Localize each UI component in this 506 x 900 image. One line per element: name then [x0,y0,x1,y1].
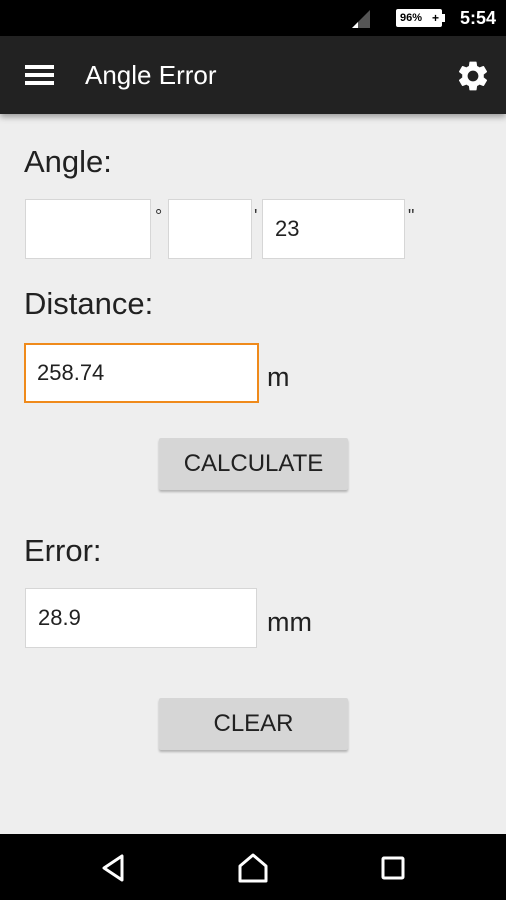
gear-icon[interactable] [455,58,491,94]
calculate-button[interactable]: CALCULATE [159,438,348,490]
battery-icon: 96% + [396,9,446,27]
distance-unit: m [267,362,290,392]
status-clock: 5:54 [459,8,496,28]
seconds-input[interactable] [262,199,405,259]
back-triangle-icon[interactable] [97,851,131,885]
status-bar: 96% + 5:54 [0,0,506,36]
charging-icon: + [432,11,440,25]
battery-percent: 96% [400,12,423,24]
navigation-bar [0,834,506,900]
minutes-unit: ' [254,206,258,226]
error-label: Error: [24,533,102,568]
error-output[interactable] [25,588,257,648]
battery-body: 96% + [396,9,442,27]
app-title: Angle Error [85,60,217,90]
battery-tip [442,14,445,22]
home-icon[interactable] [236,851,270,885]
distance-input[interactable] [24,343,259,403]
angle-label: Angle: [24,144,112,179]
main-content: Angle: ° ' " Distance: m CALCULATE Error… [0,114,506,834]
minutes-input[interactable] [168,199,252,259]
clear-button[interactable]: CLEAR [159,698,348,750]
seconds-unit: " [408,206,415,226]
error-unit: mm [267,607,312,637]
distance-label: Distance: [24,286,154,321]
degrees-input[interactable] [25,199,151,259]
degrees-unit: ° [155,206,163,226]
hamburger-menu-icon[interactable] [18,57,58,93]
app-bar: Angle Error [0,36,506,114]
signal-icon [352,10,370,28]
recents-square-icon[interactable] [376,851,410,885]
